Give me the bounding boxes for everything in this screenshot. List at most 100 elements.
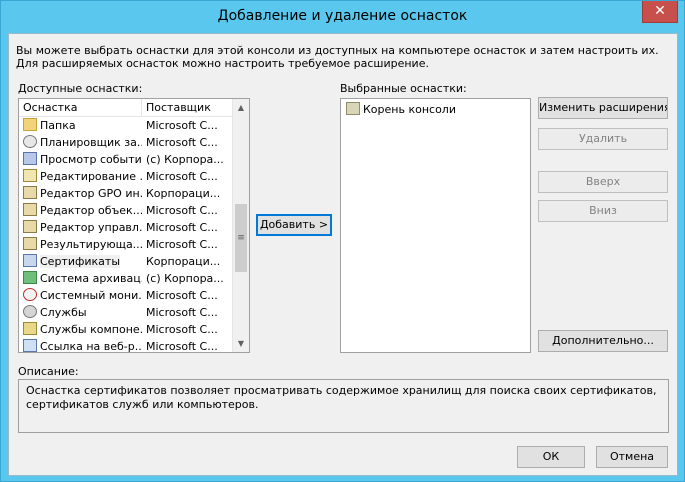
- snapin-vendor-cell: Microsoft C...: [146, 204, 218, 217]
- snapin-name-label: Сертификаты: [40, 255, 121, 268]
- ok-label: ОК: [542, 450, 560, 463]
- remove-button[interactable]: Удалить: [538, 128, 668, 150]
- table-row[interactable]: Редактор объек... Microsoft C...: [19, 202, 233, 219]
- scroll-up-icon[interactable]: ▲: [233, 99, 249, 116]
- scroll-down-icon[interactable]: ▼: [233, 335, 249, 352]
- snapin-name-label: Редактор управл...: [40, 221, 142, 234]
- available-snapins-list[interactable]: Оснастка Поставщик Папка Microsoft C... Пл…: [18, 98, 250, 353]
- snapin-name-label: Системный мони...: [40, 289, 142, 302]
- column-header-vendor[interactable]: Поставщик: [142, 99, 233, 117]
- move-down-button[interactable]: Вниз: [538, 200, 668, 222]
- description-text: Оснастка сертификатов позволяет просматр…: [26, 384, 657, 411]
- snapin-name-cell: Результирующа...: [23, 236, 142, 253]
- selected-snapins-list[interactable]: Корень консоли: [340, 98, 531, 353]
- services-icon: [23, 305, 37, 318]
- snapin-vendor-cell: Microsoft C...: [146, 289, 218, 302]
- snapin-name-label: Система архивац...: [40, 272, 142, 285]
- snapin-vendor-cell: Корпораци...: [146, 255, 221, 268]
- gpo-icon: [23, 186, 37, 199]
- backup-icon: [23, 271, 37, 284]
- result-icon: [23, 237, 37, 250]
- snapin-name-cell: Папка: [23, 117, 142, 134]
- snapin-name-cell: Редактор GPO ин...: [23, 185, 142, 202]
- scroll-thumb[interactable]: ≡: [235, 204, 247, 272]
- snapin-name-label: Планировщик за...: [40, 136, 142, 149]
- system-monitor-icon: [23, 288, 37, 301]
- column-header-snapin[interactable]: Оснастка: [19, 99, 142, 117]
- intro-text: Вы можете выбрать оснастки для этой конс…: [16, 44, 659, 70]
- snapin-name-cell: Редактор объек...: [23, 202, 142, 219]
- table-row[interactable]: Редактор управл... Microsoft C...: [19, 219, 233, 236]
- table-row[interactable]: Система архивац... (c) Корпора...: [19, 270, 233, 287]
- snapin-vendor-cell: Microsoft C...: [146, 306, 218, 319]
- event-viewer-icon: [23, 152, 37, 165]
- move-down-label: Вниз: [589, 204, 617, 217]
- table-row[interactable]: Системный мони... Microsoft C...: [19, 287, 233, 304]
- window-title: Добавление и удаление оснасток: [217, 8, 468, 24]
- dialog-client-area: Вы можете выбрать оснастки для этой конс…: [8, 33, 678, 476]
- list-header: Оснастка Поставщик: [19, 99, 233, 117]
- snapin-vendor-cell: Microsoft C...: [146, 119, 218, 132]
- cancel-button[interactable]: Отмена: [596, 446, 668, 468]
- snapin-name-label: Редактор объек...: [40, 204, 142, 217]
- snapin-name-cell: Ссылка на веб-р...: [23, 338, 142, 353]
- available-snapins-label: Доступные оснастки:: [18, 82, 143, 95]
- vertical-scrollbar[interactable]: ▲ ≡ ▼: [232, 99, 249, 352]
- snapin-name-cell: Редактирование ...: [23, 168, 142, 185]
- table-row[interactable]: Планировщик за... Microsoft C...: [19, 134, 233, 151]
- snapin-vendor-cell: (c) Корпора...: [146, 272, 224, 285]
- ok-button[interactable]: ОК: [517, 446, 585, 468]
- advanced-label: Дополнительно...: [552, 334, 654, 347]
- close-icon: ✕: [654, 3, 666, 19]
- snapin-name-cell: Службы: [23, 304, 142, 321]
- snapin-name-cell: Система архивац...: [23, 270, 142, 287]
- list-item[interactable]: Корень консоли: [341, 101, 530, 118]
- remove-label: Удалить: [578, 132, 628, 145]
- cancel-label: Отмена: [609, 450, 655, 463]
- table-row[interactable]: Службы Microsoft C...: [19, 304, 233, 321]
- description-box: Оснастка сертификатов позволяет просматр…: [18, 379, 669, 433]
- table-row[interactable]: Сертификаты Корпораци...: [19, 253, 233, 270]
- edit-extensions-label: Изменить расширения...: [539, 101, 668, 114]
- snapin-name-label: Просмотр событий: [40, 153, 142, 166]
- edit-extensions-button[interactable]: Изменить расширения...: [538, 97, 668, 119]
- snapin-name-cell: Планировщик за...: [23, 134, 142, 151]
- table-row[interactable]: Редактирование ... Microsoft C...: [19, 168, 233, 185]
- management-editor-icon: [23, 220, 37, 233]
- snapin-vendor-cell: (c) Корпора...: [146, 153, 224, 166]
- table-row[interactable]: Службы компоне... Microsoft C...: [19, 321, 233, 338]
- snapin-name-cell: Редактор управл...: [23, 219, 142, 236]
- snapin-dialog: Добавление и удаление оснасток ✕ Вы може…: [0, 0, 685, 482]
- snapin-name-cell: Системный мони...: [23, 287, 142, 304]
- snapin-vendor-cell: Microsoft C...: [146, 323, 218, 336]
- snapin-name-label: Ссылка на веб-р...: [40, 340, 142, 353]
- add-button-label: Добавить >: [259, 218, 329, 231]
- snapin-vendor-cell: Microsoft C...: [146, 340, 218, 353]
- snapin-name-label: Редактирование ...: [40, 170, 142, 183]
- table-row[interactable]: Папка Microsoft C...: [19, 117, 233, 134]
- edit-icon: [23, 169, 37, 182]
- snapin-name-label: Редактор GPO ин...: [40, 187, 142, 200]
- folder-icon: [23, 118, 37, 131]
- add-button[interactable]: Добавить >: [256, 214, 332, 236]
- advanced-button[interactable]: Дополнительно...: [538, 330, 668, 352]
- table-row[interactable]: Редактор GPO ин... Корпораци...: [19, 185, 233, 202]
- table-row[interactable]: Ссылка на веб-р... Microsoft C...: [19, 338, 233, 353]
- snapin-vendor-cell: Microsoft C...: [146, 238, 218, 251]
- selected-snapins-label: Выбранные оснастки:: [340, 82, 467, 95]
- snapin-name-cell: Сертификаты: [23, 253, 142, 270]
- table-row[interactable]: Просмотр событий (c) Корпора...: [19, 151, 233, 168]
- close-button[interactable]: ✕: [642, 1, 678, 23]
- snapin-vendor-cell: Microsoft C...: [146, 136, 218, 149]
- move-up-button[interactable]: Вверх: [538, 171, 668, 193]
- title-bar[interactable]: Добавление и удаление оснасток ✕: [1, 1, 684, 33]
- object-editor-icon: [23, 203, 37, 216]
- certificate-icon: [23, 254, 37, 267]
- snapin-name-label: Службы: [40, 306, 87, 319]
- clock-icon: [23, 135, 37, 148]
- snapin-name-cell: Службы компоне...: [23, 321, 142, 338]
- available-rows: Папка Microsoft C... Планировщик за... Micr…: [19, 117, 233, 353]
- web-link-icon: [23, 339, 37, 352]
- console-root-icon: [346, 102, 360, 115]
- table-row[interactable]: Результирующа... Microsoft C...: [19, 236, 233, 253]
